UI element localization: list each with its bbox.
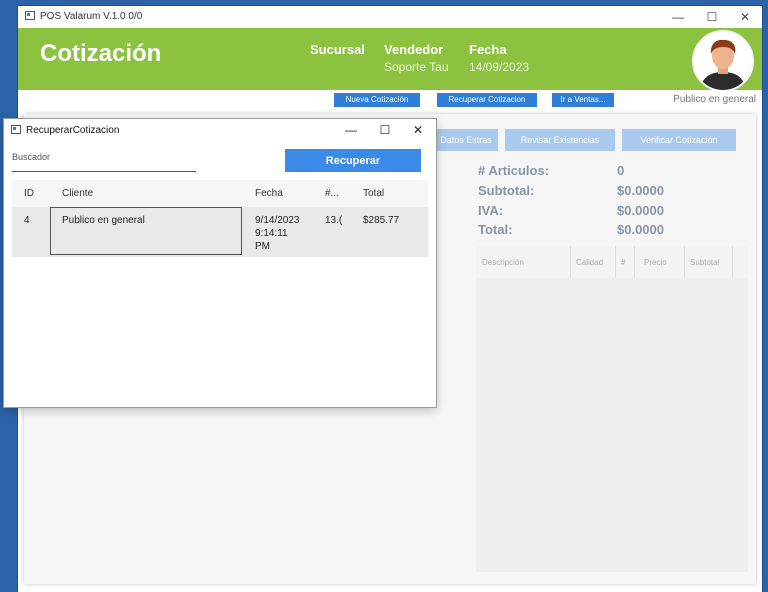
fecha-block: Fecha 14/09/2023 — [469, 42, 529, 74]
sucursal-label: Sucursal — [310, 42, 365, 57]
ir-a-ventas-button[interactable]: Ir a Ventas... — [552, 93, 614, 107]
row-numero: 13.( — [325, 215, 343, 226]
total-value: $0.0000 — [617, 222, 664, 237]
articulos-label: # Articulos: — [478, 163, 550, 178]
minimize-button[interactable]: — — [663, 8, 693, 26]
cart-col-calidad[interactable]: Calidad — [576, 258, 603, 267]
user-avatar[interactable] — [692, 30, 754, 92]
cart-col-divider — [570, 246, 571, 278]
row-cliente: Publico en general — [62, 215, 145, 226]
verificar-cotizacion-button[interactable]: Verificar Cotización — [622, 129, 736, 151]
datos-extras-button[interactable]: Datos Extras — [434, 129, 498, 151]
cart-col-divider — [615, 246, 616, 278]
main-window-title: POS Valarum V.1.0 0/0 — [40, 11, 143, 22]
subtotal-label: Subtotal: — [478, 183, 535, 198]
cart-table-header: Descripción Calidad # Precio Subtotal — [476, 246, 748, 278]
dialog-minimize-button[interactable]: — — [336, 121, 366, 139]
sucursal-block: Sucursal — [310, 42, 365, 57]
close-button[interactable]: ✕ — [730, 8, 760, 26]
col-numero[interactable]: #... — [325, 188, 339, 199]
cart-col-precio[interactable]: Precio — [644, 258, 667, 267]
user-avatar-icon — [694, 32, 752, 90]
cart-table[interactable]: Descripción Calidad # Precio Subtotal — [476, 246, 748, 572]
cart-col-divider — [634, 246, 635, 278]
col-fecha[interactable]: Fecha — [255, 188, 283, 199]
col-total[interactable]: Total — [363, 188, 384, 199]
recuperar-cotizacion-dialog: RecuperarCotizacion — ☐ ✕ Buscador Recup… — [4, 119, 436, 407]
vendedor-value: Soporte Tau — [384, 60, 449, 74]
page-title: Cotización — [40, 40, 162, 67]
subtotal-value: $0.0000 — [617, 183, 664, 198]
cart-col-descripcion[interactable]: Descripción — [482, 258, 524, 267]
main-titlebar: POS Valarum V.1.0 0/0 — ☐ ✕ — [18, 6, 762, 28]
top-toolbar: Nueva Cotización Recuperar Cotizacion Ir… — [18, 90, 762, 112]
row-fecha-time: 9:14:11 — [255, 228, 288, 239]
search-underline — [12, 171, 196, 172]
vendedor-label: Vendedor — [384, 42, 444, 57]
client-name: Publico en general — [673, 94, 756, 105]
header-banner: Cotización Sucursal Vendedor Soporte Tau… — [18, 28, 762, 92]
recuperar-cotizacion-button[interactable]: Recuperar Cotizacion — [437, 93, 537, 107]
cart-col-divider — [732, 246, 733, 278]
total-label: Total: — [478, 222, 513, 237]
dialog-close-button[interactable]: ✕ — [403, 121, 433, 139]
iva-value: $0.0000 — [617, 203, 664, 218]
recuperar-seleccionada-button[interactable]: Recuperar Seleccionada — [285, 149, 421, 190]
articulos-value: 0 — [617, 163, 625, 178]
cart-col-cantidad[interactable]: # — [621, 258, 625, 267]
dialog-titlebar: RecuperarCotizacion — ☐ ✕ — [4, 119, 436, 141]
row-fecha-date: 9/14/2023 — [255, 215, 300, 226]
nueva-cotizacion-button[interactable]: Nueva Cotización — [334, 93, 420, 107]
quotes-grid[interactable]: ID Cliente Fecha #... Total 4 Publico en… — [12, 180, 428, 394]
fecha-value: 14/09/2023 — [469, 60, 530, 74]
search-input[interactable]: Buscador — [12, 152, 50, 162]
row-total: $285.77 — [363, 215, 400, 226]
fecha-label: Fecha — [469, 42, 507, 57]
dialog-title: RecuperarCotizacion — [26, 125, 120, 136]
dialog-maximize-button[interactable]: ☐ — [370, 121, 400, 139]
table-row[interactable]: 4 Publico en general 9/14/2023 9:14:11 P… — [12, 207, 428, 257]
maximize-button[interactable]: ☐ — [697, 8, 727, 26]
dialog-window-icon — [11, 125, 21, 134]
quotes-grid-header: ID Cliente Fecha #... Total — [12, 180, 428, 207]
row-id: 4 — [24, 215, 30, 226]
vendedor-block: Vendedor Soporte Tau — [384, 42, 449, 74]
app-window-icon — [25, 11, 35, 20]
col-id[interactable]: ID — [24, 188, 34, 199]
col-cliente[interactable]: Cliente — [62, 188, 93, 199]
cart-col-divider — [684, 246, 685, 278]
row-fecha-ampm: PM — [255, 241, 270, 252]
cart-col-subtotal[interactable]: Subtotal — [690, 258, 719, 267]
revisar-existencias-button[interactable]: Revisar Existencias — [505, 129, 615, 151]
iva-label: IVA: — [478, 203, 504, 218]
